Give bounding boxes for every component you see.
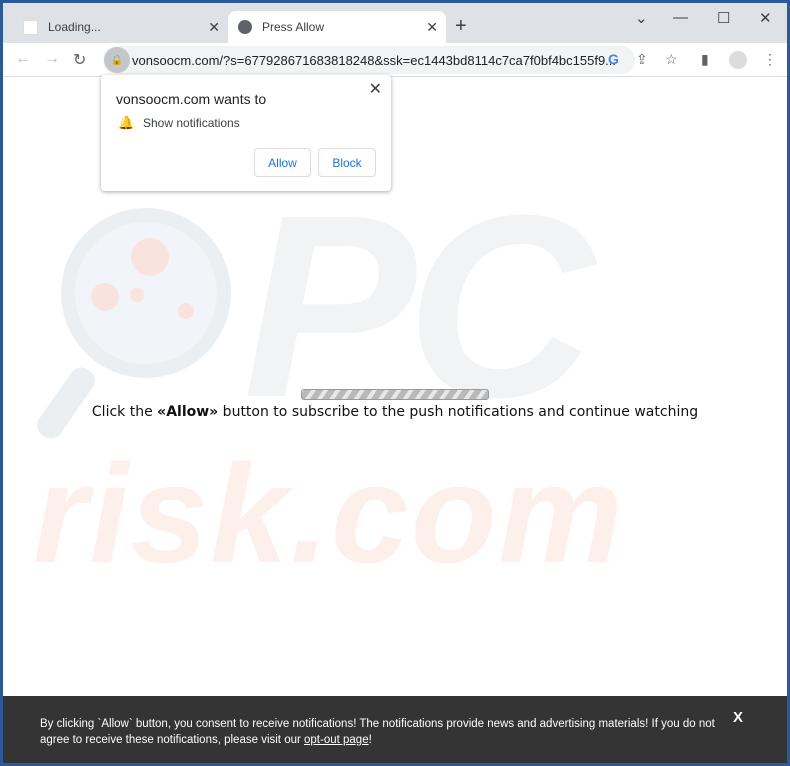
side-panel-icon[interactable]: ▮ [701,51,709,68]
url-text[interactable]: vonsoocm.com/?s=677928671683818248&ssk=e… [132,53,616,68]
close-window-button[interactable]: ✕ [759,9,772,27]
new-tab-button[interactable]: + [455,15,467,38]
share-icon[interactable]: ⇪ [636,51,648,68]
address-bar[interactable]: 🔒 vonsoocm.com/?s=677928671683818248&ssk… [103,46,635,74]
watermark-logo-risk: risk.com [33,435,625,592]
allow-button[interactable]: Allow [254,148,311,177]
minimize-button[interactable]: — [673,9,688,26]
watermark-magnifier-handle [32,362,100,444]
tab-label: Loading... [48,20,101,34]
block-button[interactable]: Block [318,148,376,177]
popup-title: vonsoocm.com wants to [116,91,267,107]
popup-close-icon[interactable]: ✕ [369,79,382,99]
watermark-magnifier-icon [61,208,231,378]
reload-icon[interactable]: ↻ [73,50,86,70]
toolbar: ← → ↻ 🔒 vonsoocm.com/?s=6779286716838182… [3,43,787,77]
menu-icon[interactable]: ⋮ [763,51,777,68]
forward-icon[interactable]: → [44,50,60,68]
profile-avatar-icon[interactable] [729,51,747,69]
back-icon[interactable]: ← [15,50,31,68]
footer-close-icon[interactable]: X [733,710,743,726]
footer-text: By clicking `Allow` button, you consent … [40,718,715,746]
maximize-button[interactable]: ☐ [717,9,730,27]
tab-press-allow[interactable]: Press Allow ✕ [228,11,446,43]
tab-label: Press Allow [262,20,325,34]
opt-out-link[interactable]: opt-out page [304,734,369,746]
star-icon[interactable]: ☆ [665,51,678,68]
instruction-message: Click the «Allow» button to subscribe to… [91,404,699,420]
notification-permission-popup: vonsoocm.com wants to ✕ 🔔 Show notificat… [101,75,391,191]
tab-close-icon[interactable]: ✕ [208,19,220,36]
browser-window: Loading... ✕ Press Allow ✕ + ⌄ — ☐ ✕ ← →… [3,3,787,763]
google-icon[interactable]: G [608,51,619,67]
globe-icon [238,20,252,34]
lock-icon[interactable]: 🔒 [104,47,130,73]
tab-strip: Loading... ✕ Press Allow ✕ + ⌄ — ☐ ✕ [3,3,787,43]
progress-bar [301,389,489,400]
blank-page-icon [23,19,38,35]
tab-close-icon[interactable]: ✕ [426,19,438,36]
page-content: PC risk.com vonsoocm.com wants to ✕ 🔔 Sh… [3,75,787,696]
permission-label: Show notifications [143,116,240,130]
tab-search-icon[interactable]: ⌄ [635,9,648,27]
bell-icon: 🔔 [118,115,135,130]
tab-loading[interactable]: Loading... ✕ [13,11,228,43]
consent-footer: By clicking `Allow` button, you consent … [3,696,787,763]
